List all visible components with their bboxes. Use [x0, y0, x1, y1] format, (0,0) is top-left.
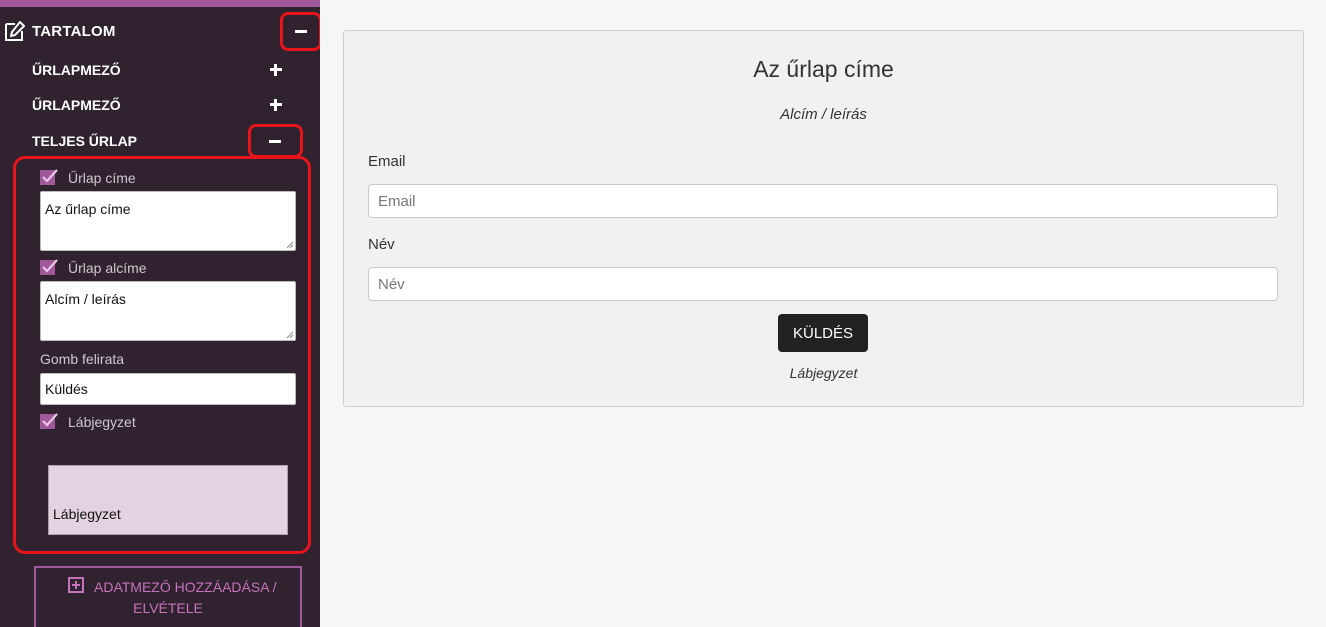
subtitle-field-label: Űrlap alcíme	[68, 260, 147, 276]
submit-button[interactable]: KÜLDÉS	[778, 314, 868, 352]
collapse-full-form-button[interactable]	[256, 128, 294, 154]
name-field[interactable]	[368, 267, 1278, 301]
edit-icon	[5, 21, 25, 41]
form-title: Az űrlap címe	[753, 56, 894, 82]
add-remove-field-button[interactable]: ADATMEZŐ HOZZÁADÁSA / ELVÉTELE	[34, 566, 302, 627]
email-field[interactable]	[368, 184, 1278, 218]
subtitle-textarea[interactable]: Alcím / leírás	[40, 281, 296, 341]
form-subtitle: Alcím / leírás	[780, 106, 867, 123]
form-footer-note: Lábjegyzet	[789, 365, 858, 381]
footer-textarea-value: Lábjegyzet	[53, 506, 121, 522]
sidebar-top-accent	[0, 0, 320, 7]
add-square-icon	[68, 577, 84, 593]
button-label-value: Küldés	[45, 381, 88, 397]
sidebar-item-field-2[interactable]: ŰRLAPMEZŐ	[0, 92, 320, 120]
subtitle-textarea-value: Alcím / leírás	[45, 291, 126, 307]
section-title: TARTALOM	[32, 22, 116, 40]
subtitle-checkbox[interactable]	[40, 259, 58, 277]
sidebar: TARTALOM ŰRLAPMEZŐ ŰRLAPMEZŐ TELJES ŰRLA…	[0, 0, 320, 627]
section-header[interactable]: TARTALOM	[4, 18, 116, 44]
title-field-label: Űrlap címe	[68, 170, 136, 186]
plus-icon	[270, 64, 282, 76]
resize-handle-icon[interactable]	[286, 331, 294, 339]
minus-icon	[295, 30, 307, 33]
name-label: Név	[368, 236, 395, 253]
minus-icon	[269, 140, 281, 143]
resize-handle-icon[interactable]	[286, 241, 294, 249]
add-button-label-line2: ELVÉTELE	[133, 600, 203, 616]
plus-icon	[270, 99, 282, 111]
button-label-caption: Gomb felirata	[40, 351, 125, 367]
sidebar-item-label: ŰRLAPMEZŐ	[32, 97, 121, 113]
title-textarea[interactable]: Az űrlap címe	[40, 191, 296, 251]
title-checkbox[interactable]	[40, 169, 58, 187]
button-label-input[interactable]: Küldés	[40, 373, 296, 405]
footer-textarea[interactable]: Lábjegyzet	[48, 465, 288, 535]
email-label: Email	[368, 153, 406, 170]
sidebar-item-label: TELJES ŰRLAP	[32, 133, 138, 149]
footer-field-label: Lábjegyzet	[68, 414, 136, 430]
collapse-section-button[interactable]	[286, 16, 316, 46]
sidebar-item-label: ŰRLAPMEZŐ	[32, 62, 121, 78]
title-textarea-value: Az űrlap címe	[45, 201, 131, 217]
add-button-label-line1: ADATMEZŐ HOZZÁADÁSA /	[94, 579, 277, 595]
form-preview-card: Az űrlap címe Alcím / leírás Email Név K…	[343, 30, 1304, 407]
sidebar-item-field-1[interactable]: ŰRLAPMEZŐ	[0, 56, 320, 84]
footer-checkbox[interactable]	[40, 413, 58, 431]
